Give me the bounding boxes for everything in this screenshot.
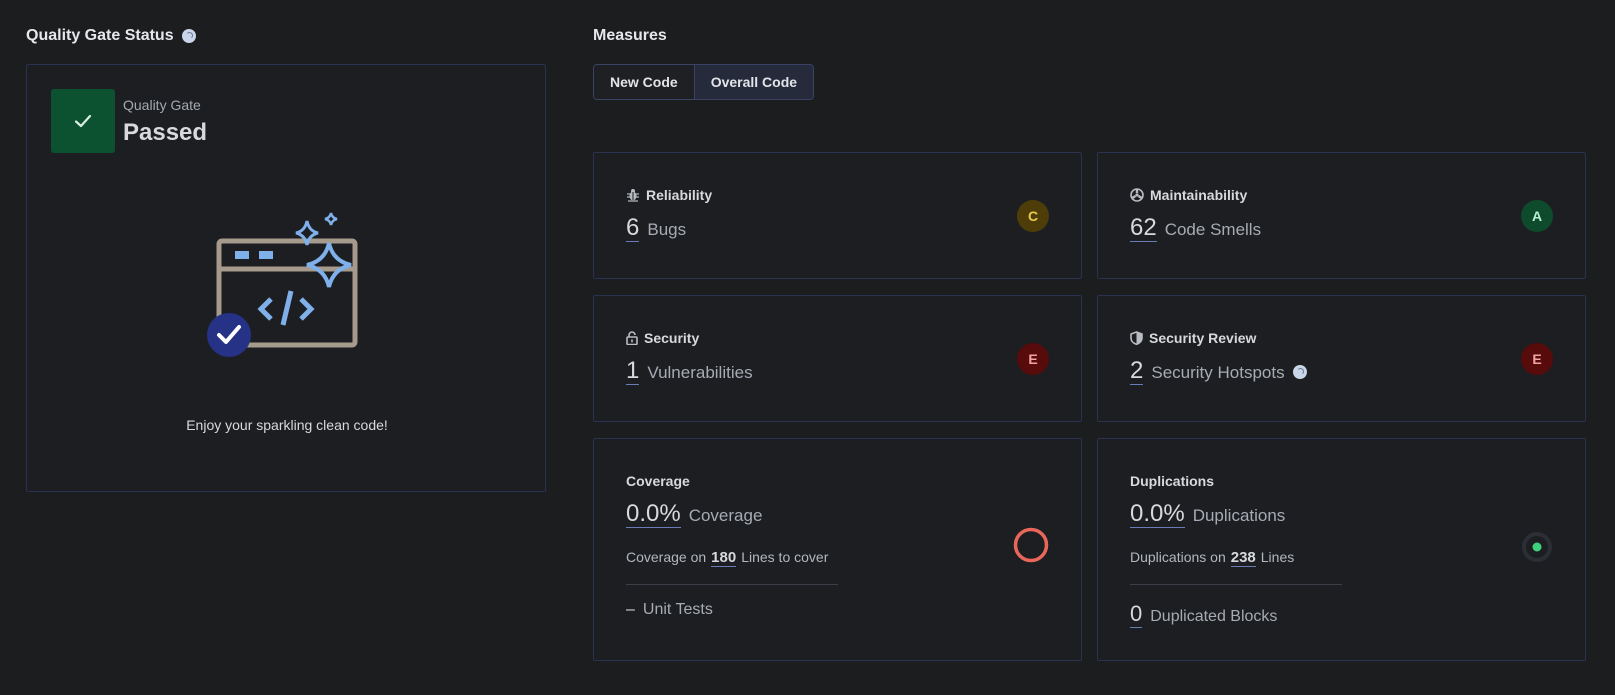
reliability-card: Reliability 6 Bugs C — [593, 152, 1082, 279]
measures-section: Measures New Code Overall Code Reliabili… — [593, 26, 1593, 661]
quality-gate-title: Quality Gate Status — [26, 26, 546, 46]
tab-new-code[interactable]: New Code — [594, 65, 694, 99]
unit-tests-label: Unit Tests — [642, 601, 713, 618]
maintainability-rating[interactable]: A — [1521, 200, 1553, 232]
vulnerabilities-label: Vulnerabilities — [647, 363, 753, 382]
duplications-percent[interactable]: 0.0% — [1130, 501, 1185, 528]
coverage-lines: Coverage on 180 Lines to cover — [626, 549, 829, 567]
security-title: Security — [626, 330, 699, 346]
coverage-label: Coverage — [688, 506, 763, 525]
bug-icon — [627, 189, 639, 202]
coverage-divider — [626, 584, 838, 585]
coverage-card: Coverage 0.0% Coverage Coverage on 180 L… — [593, 438, 1082, 661]
help-icon[interactable] — [181, 29, 196, 43]
security-review-rating[interactable]: E — [1521, 343, 1553, 375]
duplicated-blocks-count[interactable]: 0 — [1130, 601, 1143, 628]
measures-title: Measures — [593, 27, 667, 44]
coverage-percent[interactable]: 0.0% — [626, 501, 681, 528]
duplications-label: Duplications — [1192, 506, 1286, 525]
security-review-card: Security Review 2 Security Hotspots E — [1097, 295, 1586, 422]
quality-gate-label: Quality Gate — [123, 97, 201, 113]
security-hotspots-count[interactable]: 2 — [1130, 358, 1144, 385]
code-period-toggle: New Code Overall Code — [593, 64, 815, 100]
duplicated-blocks-metric: 0 Duplicated Blocks — [1130, 601, 1277, 628]
hotspots-help-icon[interactable] — [1292, 364, 1307, 379]
shield-icon — [1130, 331, 1143, 345]
duplication-lines-count[interactable]: 238 — [1230, 549, 1256, 567]
vulnerabilities-count[interactable]: 1 — [626, 358, 640, 385]
unit-tests-metric: – Unit Tests — [626, 601, 713, 619]
security-rating[interactable]: E — [1017, 343, 1049, 375]
tab-overall-code[interactable]: Overall Code — [693, 65, 814, 99]
security-review-metric: 2 Security Hotspots — [1130, 358, 1307, 385]
security-metric: 1 Vulnerabilities — [626, 358, 753, 385]
quality-gate-section: Quality Gate Status Quality Gate Passed — [26, 26, 546, 492]
sparkling-code-illustration — [207, 211, 377, 366]
maintainability-icon — [1130, 188, 1144, 202]
coverage-metric: 0.0% Coverage — [626, 501, 762, 528]
duplications-title: Duplications — [1130, 473, 1215, 489]
duplications-lines: Duplications on 238 Lines — [1130, 549, 1295, 567]
check-icon — [74, 114, 92, 128]
duplications-card: Duplications 0.0% Duplications Duplicati… — [1097, 438, 1586, 661]
unit-tests-value: – — [626, 601, 635, 618]
code-smells-count[interactable]: 62 — [1130, 215, 1157, 242]
quality-gate-message: Enjoy your sparkling clean code! — [186, 417, 388, 433]
coverage-title: Coverage — [626, 473, 690, 489]
coverage-ring-icon[interactable] — [1013, 527, 1049, 563]
duplications-indicator-icon[interactable] — [1521, 531, 1553, 563]
maintainability-metric: 62 Code Smells — [1130, 215, 1261, 242]
reliability-metric: 6 Bugs — [626, 215, 686, 242]
lines-to-cover-count[interactable]: 180 — [711, 549, 737, 567]
lock-icon — [626, 331, 638, 345]
duplications-divider — [1130, 584, 1342, 585]
security-review-title: Security Review — [1130, 330, 1256, 346]
reliability-title: Reliability — [626, 187, 712, 203]
maintainability-title: Maintainability — [1130, 187, 1247, 203]
bugs-label: Bugs — [647, 220, 687, 239]
reliability-rating[interactable]: C — [1017, 200, 1049, 232]
security-hotspots-label: Security Hotspots — [1151, 363, 1285, 382]
maintainability-card: Maintainability 62 Code Smells A — [1097, 152, 1586, 279]
duplicated-blocks-label: Duplicated Blocks — [1150, 608, 1278, 625]
duplications-metric: 0.0% Duplications — [1130, 501, 1285, 528]
quality-gate-passed-badge — [51, 89, 115, 153]
bugs-count[interactable]: 6 — [626, 215, 640, 242]
quality-gate-status: Passed — [123, 119, 208, 146]
code-smells-label: Code Smells — [1164, 220, 1262, 239]
security-card: Security 1 Vulnerabilities E — [593, 295, 1082, 422]
quality-gate-card: Quality Gate Passed Enjoy your sparkling… — [26, 64, 546, 492]
